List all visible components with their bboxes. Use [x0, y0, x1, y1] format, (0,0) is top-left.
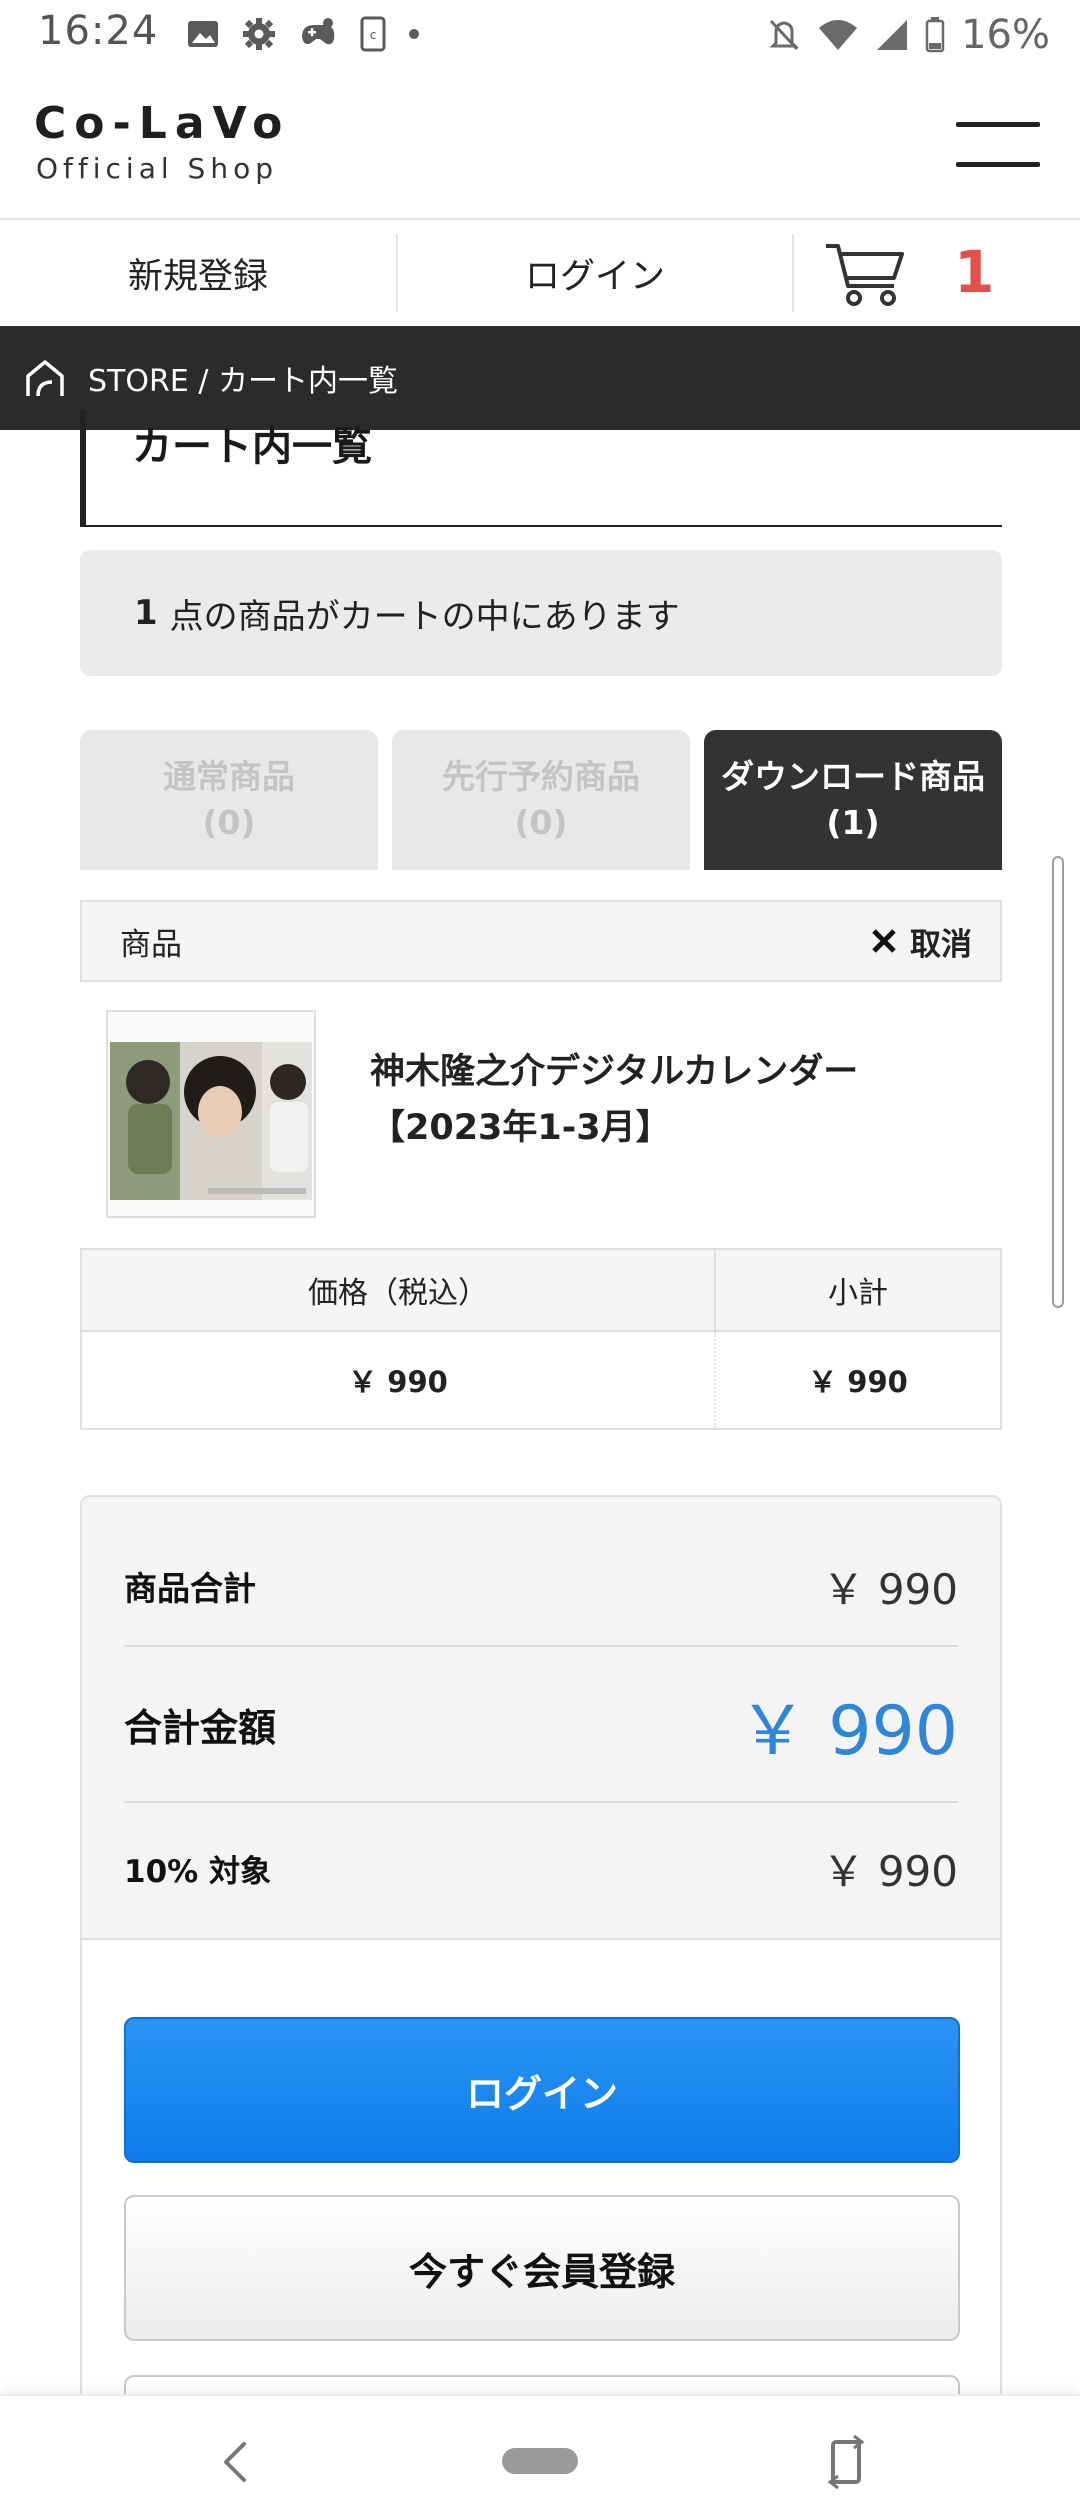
rotate-screen-icon[interactable] — [824, 2434, 868, 2490]
tab-label: 通常商品 — [163, 757, 295, 796]
cart-button[interactable]: 1 — [794, 220, 1080, 326]
cancel-label: 取消 — [910, 926, 972, 963]
tab-count: (1) — [826, 803, 880, 842]
status-icons-right: 16% — [767, 8, 1050, 62]
login-link[interactable]: ログイン — [398, 234, 794, 312]
cart-item-row: 神木隆之介デジタルカレンダー 【2023年1-3月】 — [80, 982, 1002, 1248]
notifications-off-icon — [769, 19, 799, 51]
price-table: 価格（税込） 小計 ￥ 990 ￥ 990 — [80, 1248, 1002, 1430]
product-name-line1: 神木隆之介デジタルカレンダー — [370, 1052, 859, 1092]
order-summary: 商品合計 ￥ 990 合計金額 ￥ 990 10% 対象 ￥ 990 ログイン … — [80, 1495, 1002, 2445]
summary-totals: 商品合計 ￥ 990 合計金額 ￥ 990 10% 対象 ￥ 990 — [82, 1497, 1000, 1940]
close-icon — [872, 929, 896, 953]
page-scrollbar[interactable] — [1052, 856, 1064, 1308]
breadcrumb-text: STORE / カート内一覧 — [88, 364, 398, 399]
status-bar: 16:24 c 16% — [0, 0, 1080, 70]
price-value: ￥ 990 — [82, 1332, 716, 1428]
tab-regular-products[interactable]: 通常商品 (0) — [80, 730, 378, 870]
items-total-value: ￥ 990 — [822, 1564, 958, 1614]
product-name-line2: 【2023年1-3月】 — [370, 1108, 671, 1148]
cart-table-header: 商品 取消 — [80, 900, 1002, 982]
status-icons-left: c — [186, 14, 420, 54]
product-name[interactable]: 神木隆之介デジタルカレンダー 【2023年1-3月】 — [370, 1044, 980, 1156]
logo-main-text: Co-LaVo — [34, 98, 291, 149]
tab-download-products[interactable]: ダウンロード商品 (1) — [704, 730, 1002, 870]
tab-label: ダウンロード商品 — [721, 757, 985, 796]
back-icon[interactable] — [218, 2440, 252, 2484]
cart-notice-text: 点の商品がカートの中にあります — [169, 596, 680, 637]
items-total-row: 商品合計 ￥ 990 — [124, 1527, 958, 1647]
cart-count-badge: 1 — [954, 238, 995, 306]
page-title-box: カート内一覧 — [80, 410, 1002, 527]
home-icon[interactable] — [24, 358, 66, 398]
cart-item-count: 1 — [134, 593, 158, 633]
battery-icon — [925, 17, 945, 53]
items-total-label: 商品合計 — [124, 1569, 256, 1608]
home-pill-button[interactable] — [502, 2448, 578, 2474]
item-column-label: 商品 — [120, 926, 182, 963]
price-header: 価格（税込） — [82, 1250, 716, 1330]
tax-value: ￥ 990 — [822, 1846, 958, 1896]
image-icon — [188, 21, 218, 47]
product-thumbnail[interactable] — [106, 1010, 316, 1218]
price-table-row: ￥ 990 ￥ 990 — [82, 1332, 1000, 1428]
product-type-tabs: 通常商品 (0) 先行予約商品 (0) ダウンロード商品 (1) — [80, 730, 1002, 870]
cart-notice: 1 点の商品がカートの中にあります — [80, 550, 1002, 676]
price-table-header: 価格（税込） 小計 — [82, 1250, 1000, 1332]
subtotal-value: ￥ 990 — [808, 1365, 908, 1399]
grand-total-value: ￥ 990 — [738, 1691, 958, 1771]
register-now-button[interactable]: 今すぐ会員登録 — [124, 2195, 960, 2341]
dot-icon — [409, 29, 419, 39]
cell-signal-icon — [877, 20, 908, 50]
tab-preorder-products[interactable]: 先行予約商品 (0) — [392, 730, 690, 870]
settings-gear-icon — [243, 18, 275, 50]
register-link[interactable]: 新規登録 — [0, 234, 398, 312]
tax-label: 10% 対象 — [124, 1853, 271, 1890]
svg-text:c: c — [370, 28, 377, 42]
grand-total-row: 合計金額 ￥ 990 — [124, 1647, 958, 1803]
wifi-icon — [819, 20, 858, 50]
battery-percentage: 16% — [961, 12, 1050, 58]
system-navigation-bar — [0, 2394, 1080, 2520]
tab-count: (0) — [202, 803, 256, 842]
cart-icon — [826, 244, 904, 306]
phone-app-icon: c — [360, 16, 386, 52]
tab-count: (0) — [514, 803, 568, 842]
cancel-item-button[interactable]: 取消 — [870, 919, 972, 964]
tab-label: 先行予約商品 — [442, 757, 640, 796]
subtotal-header: 小計 — [828, 1276, 888, 1311]
logo-sub-text: Official Shop — [36, 152, 278, 185]
grand-total-label: 合計金額 — [124, 1705, 277, 1750]
status-time: 16:24 — [38, 8, 159, 54]
page-title: カート内一覧 — [132, 424, 372, 470]
hamburger-menu-icon[interactable] — [956, 122, 1040, 168]
site-header: Co-LaVo Official Shop — [0, 70, 1080, 220]
tax-row: 10% 対象 ￥ 990 — [124, 1803, 958, 1933]
game-controller-icon — [302, 18, 335, 45]
account-bar: 新規登録 ログイン 1 — [0, 220, 1080, 326]
login-button[interactable]: ログイン — [124, 2017, 960, 2163]
